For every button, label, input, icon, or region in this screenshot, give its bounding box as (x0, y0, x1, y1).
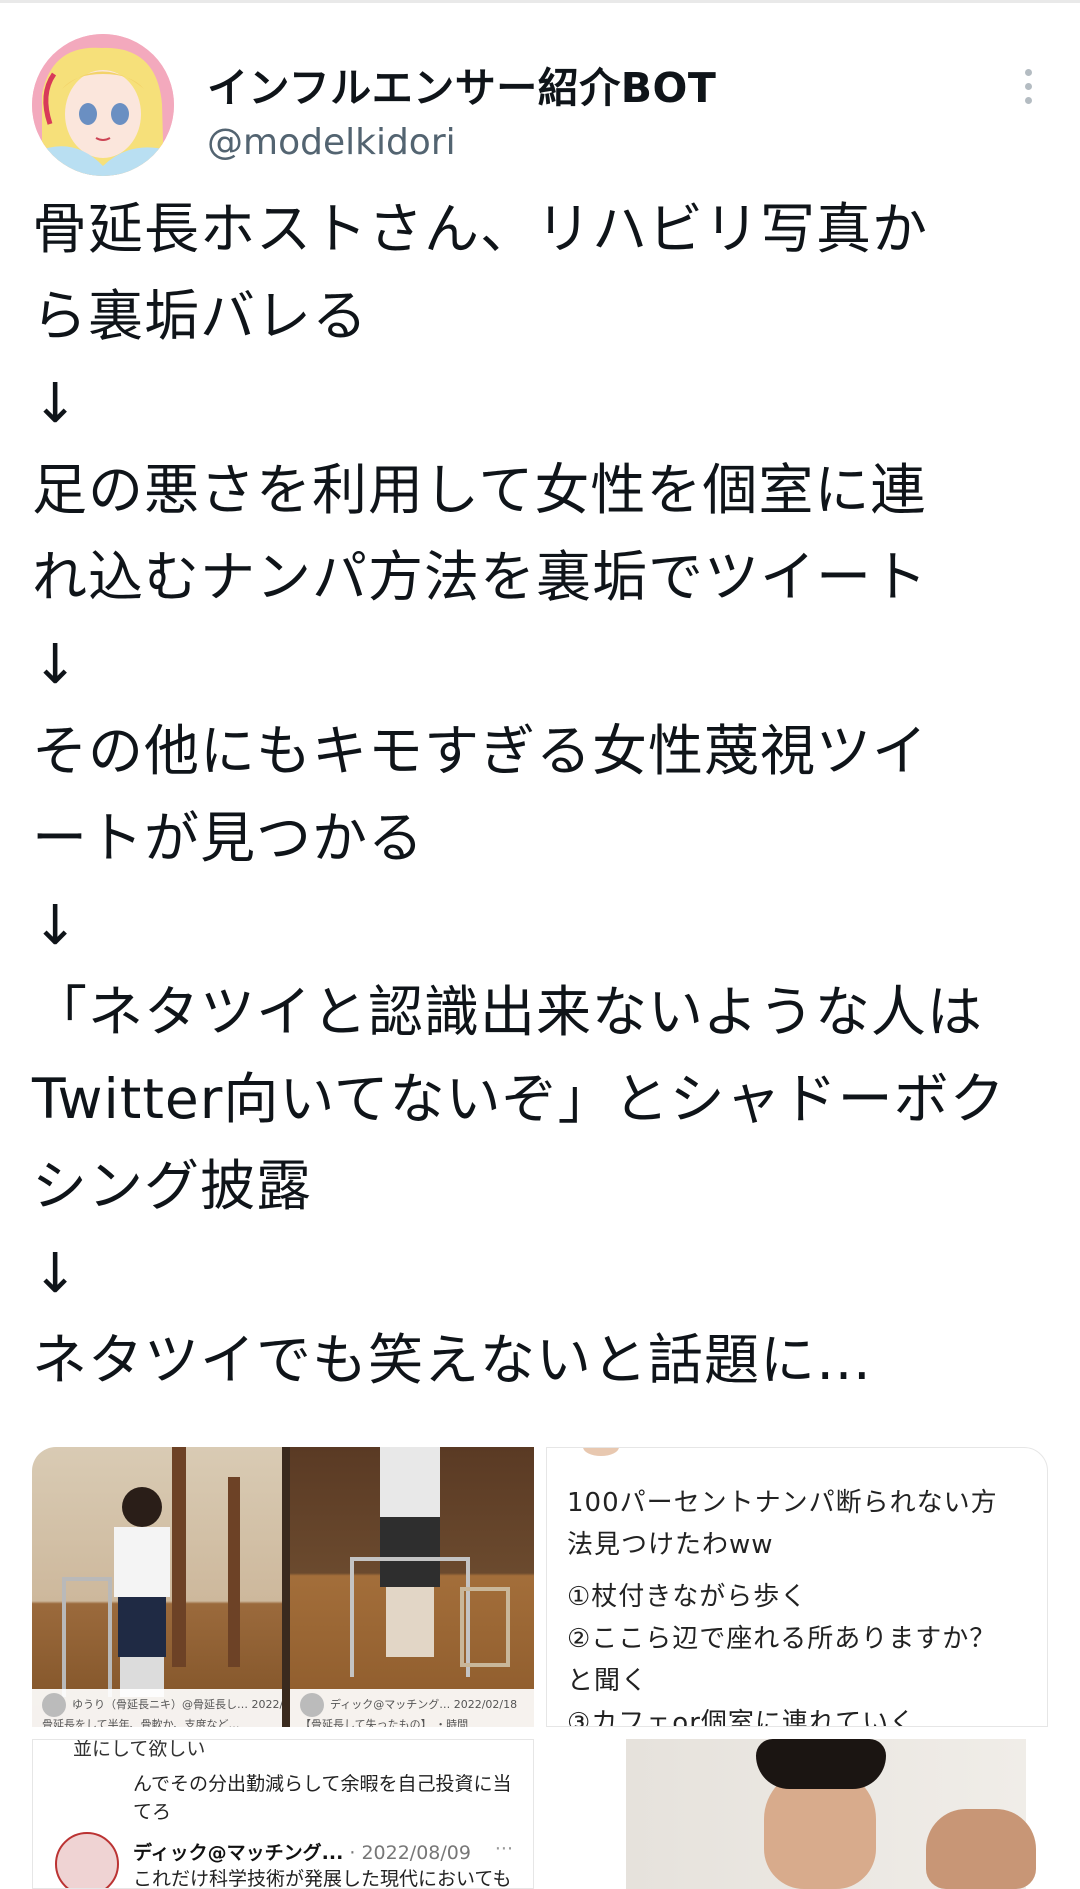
tweet-line: ↓ (32, 1241, 80, 1305)
user-handle[interactable]: @modelkidori (207, 122, 456, 163)
display-name[interactable]: インフルエンサー紹介BOT (207, 54, 716, 114)
screenshot-line: ①杖付きながら歩く (567, 1582, 808, 1612)
tweet-line: その他にもキモすぎる女性蔑視ツイ (32, 719, 929, 783)
screenshot-body: これだけ科学技術が発展した現代においても (133, 1868, 512, 1889)
screenshot-line: 法見つけたわww (567, 1530, 774, 1560)
tweet-line: ら裏垢バレる (32, 284, 369, 348)
tweet-line: ↓ (32, 632, 80, 696)
tweet-line: ートが見つかる (32, 806, 425, 870)
tweet-text: 骨延長ホストさん、リハビリ写真か ら裏垢バレる ↓ 足の悪さを利用して女性を個室… (32, 186, 1042, 1404)
tweet-line: ↓ (32, 893, 80, 957)
caption-sub: 骨延長をして半年、骨軟か、支度など… (42, 1718, 240, 1727)
screenshot-author: ディック@マッチング... · 2022/08/09 (133, 1838, 471, 1865)
tweet-line: ネタツイでも笑えないと話題に… (32, 1328, 873, 1392)
media-image-rehab-photos[interactable]: ゆうり（骨延長ニキ）@骨延長し… 2022/0/30 骨延長をして半年、骨軟か、… (32, 1447, 534, 1727)
screenshot-date: · 2022/08/09 (349, 1842, 471, 1864)
more-dot (1024, 68, 1032, 76)
rehab-photo-walker (290, 1447, 534, 1727)
screenshot-more-icon: ··· (494, 1838, 513, 1860)
screenshot-line: ③カフェor個室に連れていく (567, 1708, 917, 1727)
tweet-header: インフルエンサー紹介BOT @modelkidori (32, 34, 1048, 176)
rehab-photo-caption-left: ゆうり（骨延長ニキ）@骨延長し… 2022/0/30 骨延長をして半年、骨軟か、… (32, 1689, 282, 1727)
screenshot-line: ②ここら辺で座れる所ありますか？ (567, 1624, 997, 1654)
screenshot-text: 100パーセントナンパ断られない方 法見つけたわww ①杖付きながら歩く ②ここ… (567, 1482, 1037, 1727)
media-image-nanpa-tweet[interactable]: 100パーセントナンパ断られない方 法見つけたわww ①杖付きながら歩く ②ここ… (546, 1447, 1048, 1727)
caption-text: ゆうり（骨延長ニキ）@骨延長し… 2022/0/30 (72, 1698, 282, 1711)
tweet-line: 「ネタツイと認識出来ないような人は (32, 980, 983, 1044)
caption-sub: 【骨延長して失ったもの】 (300, 1718, 432, 1727)
more-dot (1024, 82, 1032, 90)
tweet-line: Twitter向いてないぞ」とシャドーボク (32, 1067, 1006, 1131)
mini-avatar (42, 1693, 66, 1717)
tweet-line: れ込むナンパ方法を裏垢でツイート (32, 545, 929, 609)
tweet-line: 骨延長ホストさん、リハビリ写真か (32, 197, 929, 261)
fist-shape (926, 1809, 1036, 1889)
photo-divider (282, 1447, 290, 1727)
rehab-photo-caption-right: ディック@マッチング… 2022/02/18 【骨延長して失ったもの】 ・時間 (290, 1689, 534, 1727)
media-grid: ゆうり（骨延長ニキ）@骨延長し… 2022/0/30 骨延長をして半年、骨軟か、… (32, 1447, 1048, 1889)
tweet-line: シング披露 (32, 1154, 313, 1218)
screenshot-line: 100パーセントナンパ断られない方 (567, 1488, 998, 1518)
tweet-line: 足の悪さを利用して女性を個室に連 (32, 458, 927, 522)
caption-sub: ・時間 (435, 1718, 469, 1727)
media-image-face-photo[interactable] (546, 1739, 1048, 1889)
screenshot-author-name: ディック@マッチング... (133, 1842, 344, 1864)
cropped-avatar (583, 1448, 619, 1456)
face-photo (626, 1739, 1036, 1889)
user-avatar[interactable] (32, 34, 174, 176)
screenshot-text: んでその分出勤減らして余暇を自己投資に当てろ (133, 1773, 512, 1823)
mini-avatar (300, 1693, 324, 1717)
screenshot-top-line: 並にして欲しい (73, 1739, 206, 1760)
caption-text: ディック@マッチング… 2022/02/18 (330, 1698, 518, 1711)
media-image-misogyny-tweet[interactable]: 並にして欲しい んでその分出勤減らして余暇を自己投資に当てろ ディック@マッチン… (32, 1739, 534, 1889)
hair-shape (756, 1739, 886, 1789)
more-dot (1024, 96, 1032, 104)
tweet-line: ↓ (32, 371, 80, 435)
more-options-icon[interactable] (1008, 58, 1048, 114)
screenshot-line: と聞く (567, 1666, 649, 1696)
rehab-photo-hallway (32, 1447, 282, 1727)
top-divider (0, 0, 1080, 3)
screenshot-avatar (55, 1832, 119, 1888)
